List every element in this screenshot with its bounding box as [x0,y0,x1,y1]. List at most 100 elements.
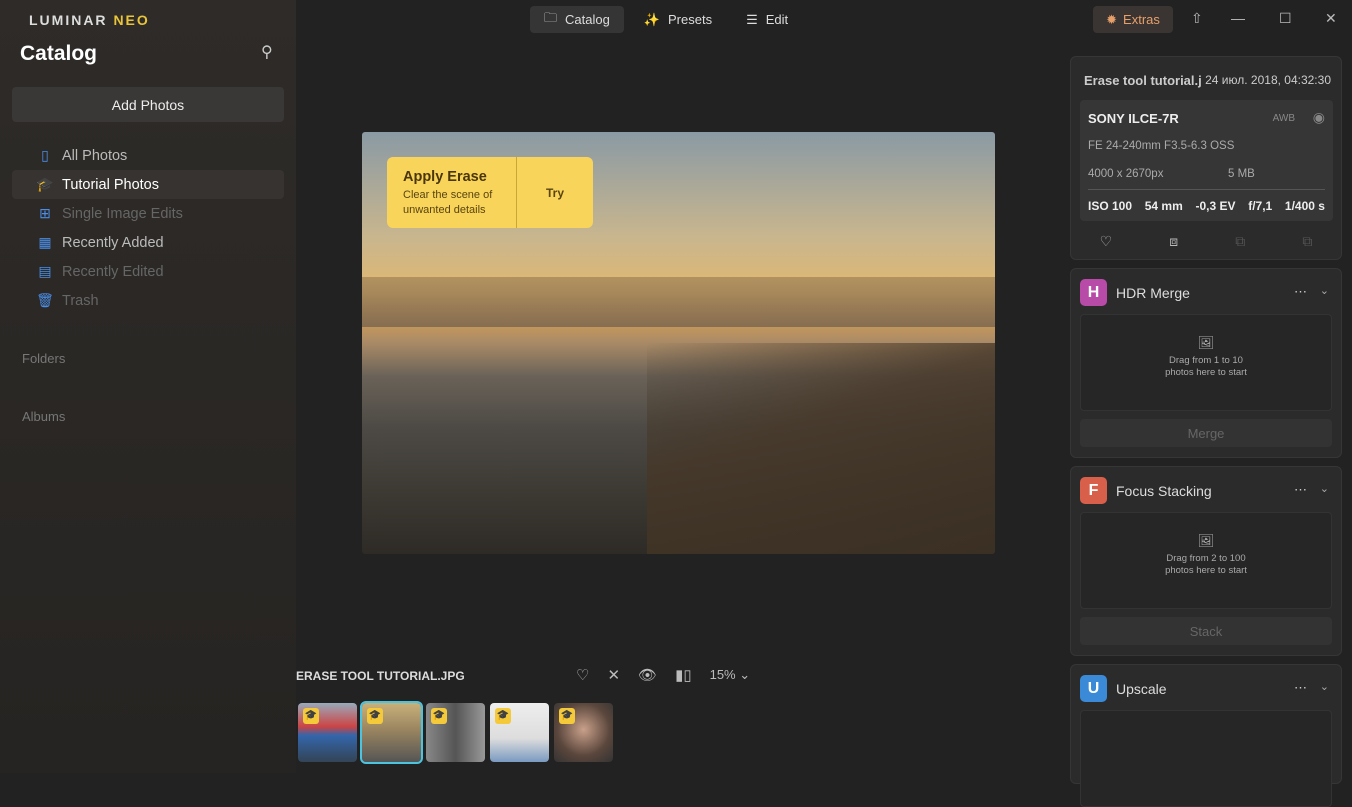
camera-icon: ◉ [1312,109,1325,125]
sidebar: LUMINAR NEO Catalog ⚲ Add Photos ▯ All Ph… [0,0,296,773]
heart-icon[interactable]: ♡ [576,666,589,684]
zoom-dropdown[interactable]: 15% ⌄ [710,667,751,683]
folders-section[interactable]: Folders [22,351,65,366]
share-icon[interactable]: ⇧ [1191,10,1203,27]
photo-info-card: Erase tool tutorial.j 24 июл. 2018, 04:3… [1070,56,1342,260]
thumbnail[interactable]: 🎓 [490,703,549,762]
focus-stacking-icon: F [1080,477,1107,504]
images-icon: 🖼 [1197,533,1215,548]
file-size: 5 MB [1228,168,1255,180]
graduation-cap-icon: 🎓 [495,708,511,724]
chevron-down-icon[interactable]: ⌄ [1320,680,1329,693]
sliders-icon: ☰ [746,11,758,27]
label: Recently Edited [62,263,164,280]
label: Edit [765,12,789,27]
more-icon[interactable]: ⋯ [1294,284,1307,300]
graduation-cap-icon: 🎓 [559,708,575,724]
info-title: Erase tool tutorial.j [1084,73,1202,88]
hint: photos here to start [1165,367,1247,378]
rotate-icon[interactable]: ⧈ [1169,233,1178,250]
drop-zone[interactable]: 🖼 Drag from 2 to 100 photos here to start [1080,512,1332,609]
sidebar-item-all-photos[interactable]: ▯ All Photos [12,141,284,170]
edit-list-icon: ▤ [38,263,52,279]
trash-icon: 🗑 [36,292,54,308]
label: All Photos [62,147,128,164]
reject-icon[interactable]: ✕ [607,666,620,684]
label: Single Image Edits [62,205,183,222]
eye-icon[interactable]: 👁 [638,666,657,684]
label: Tutorial Photos [62,176,159,193]
thumbnail[interactable]: 🎓 [426,703,485,762]
paste-icon[interactable]: ⧉ [1302,233,1312,250]
tab-presets[interactable]: ✨ Presets [630,6,726,33]
app-logo: LUMINAR NEO [29,12,150,28]
folder-icon: 🗀 [544,9,558,25]
drop-zone[interactable]: 🖼 Drag from 1 to 10 photos here to start [1080,314,1332,411]
search-icon[interactable]: ⚲ [261,42,273,62]
graduation-cap-icon: 🎓 [36,176,54,192]
resolution: 4000 x 2670px [1088,168,1164,180]
tool-name: HDR Merge [1116,284,1190,301]
sidebar-item-recently-added[interactable]: ▦ Recently Added [12,228,284,257]
hint: photos here to start [1165,565,1247,576]
info-date: 24 июл. 2018, 04:32:30 [1205,73,1331,87]
tab-edit[interactable]: ☰ Edit [732,6,802,33]
upscale-icon: U [1080,675,1107,702]
apply-erase-tooltip: Apply Erase Clear the scene of unwanted d… [387,157,593,228]
magic-wand-icon: ✨ [643,11,661,27]
photo-filename: ERASE TOOL TUTORIAL.JPG [296,669,465,683]
minimize-button[interactable]: — [1231,10,1245,26]
aperture: f/7,1 [1248,199,1273,213]
camera-model: SONY ILCE-7R [1088,111,1179,126]
grid-icon: ⊞ [39,205,51,221]
chevron-down-icon[interactable]: ⌄ [1320,284,1329,297]
sidebar-item-single-image-edits[interactable]: ⊞ Single Image Edits [12,199,284,228]
more-icon[interactable]: ⋯ [1294,680,1307,696]
upscale-panel: U Upscale ⋯ ⌄ [1070,664,1342,807]
albums-section[interactable]: Albums [22,409,65,424]
tool-name: Upscale [1116,680,1167,697]
add-photos-button[interactable]: Add Photos [12,87,284,122]
label: Trash [62,292,99,309]
page-title: Catalog [20,42,98,65]
filmstrip: 🎓 🎓 🎓 🎓 🎓 [298,701,613,764]
sidebar-item-tutorial-photos[interactable]: 🎓 Tutorial Photos [12,170,284,199]
chevron-down-icon[interactable]: ⌄ [1320,482,1329,495]
lens: FE 24-240mm F3.5-6.3 OSS [1088,140,1235,152]
compare-icon[interactable]: ▮▯ [675,666,692,684]
drop-zone[interactable] [1080,710,1332,807]
images-icon: 🖼 [1197,335,1215,350]
exposure: -0,3 EV [1195,199,1236,213]
try-button[interactable]: Try [517,157,593,228]
copy-icon[interactable]: ⧉ [1235,233,1245,250]
graduation-cap-icon: 🎓 [367,708,383,724]
tab-catalog[interactable]: 🗀 Catalog [530,6,624,33]
label: Presets [668,12,713,27]
heart-icon[interactable]: ♡ [1100,233,1113,250]
merge-button[interactable]: Merge [1080,419,1332,447]
label: Catalog [565,12,610,27]
thumbnail[interactable]: 🎓 [298,703,357,762]
hdr-merge-icon: H [1080,279,1107,306]
graduation-cap-icon: 🎓 [431,708,447,724]
maximize-button[interactable]: ☐ [1279,10,1292,27]
calendar-icon: ▦ [38,234,52,250]
hint: Drag from 2 to 100 [1166,553,1246,564]
thumbnail[interactable]: 🎓 [554,703,613,762]
thumbnail[interactable]: 🎓 [360,701,423,764]
stack-button[interactable]: Stack [1080,617,1332,645]
close-button[interactable]: ✕ [1325,10,1337,27]
more-icon[interactable]: ⋯ [1294,482,1307,498]
sidebar-item-recently-edited[interactable]: ▤ Recently Edited [12,257,284,286]
iso: ISO 100 [1088,199,1133,213]
zoom-value: 15% [709,667,736,682]
tool-name: Focus Stacking [1116,482,1212,499]
extras-button[interactable]: ✹ Extras [1093,6,1173,33]
sidebar-item-trash[interactable]: 🗑 Trash [12,286,284,315]
shutter: 1/400 s [1284,199,1325,213]
graduation-cap-icon: 🎓 [303,708,319,724]
white-balance: AWB [1272,113,1295,124]
focal-length: 54 mm [1144,199,1183,213]
hdr-merge-panel: H HDR Merge ⋯ ⌄ 🖼 Drag from 1 to 10 photos h… [1070,268,1342,458]
label: Recently Added [62,234,164,251]
